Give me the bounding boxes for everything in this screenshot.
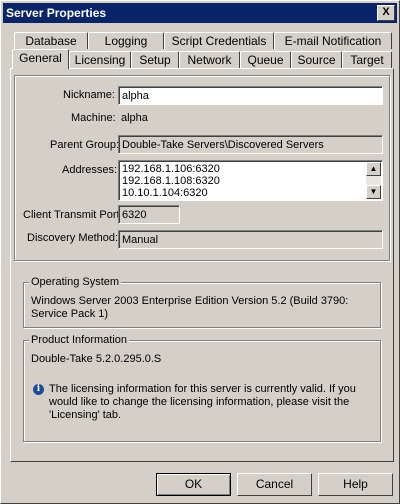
- address-item[interactable]: 192.168.1.106:6320: [119, 163, 382, 175]
- address-item[interactable]: 192.168.1.108:6320: [119, 175, 382, 187]
- product-version: Double-Take 5.2.0.295.0.S: [31, 353, 162, 365]
- operating-system-title: Operating System: [29, 276, 122, 288]
- general-tab-panel: Nickname: alpha Machine: alpha Parent Gr…: [10, 68, 394, 462]
- discovery-method-field: Manual: [118, 230, 383, 249]
- tab-queue[interactable]: Queue: [240, 51, 291, 68]
- close-button[interactable]: X: [377, 5, 395, 21]
- scroll-up-icon[interactable]: ▲: [366, 162, 381, 176]
- tab-licensing[interactable]: Licensing: [69, 51, 131, 68]
- help-button[interactable]: Help: [318, 473, 393, 496]
- discovery-method-label: Discovery Method:: [27, 232, 119, 244]
- machine-label: Machine:: [71, 112, 116, 124]
- product-information-title: Product Information: [29, 334, 129, 346]
- tab-source[interactable]: Source: [291, 51, 342, 68]
- tab-setup[interactable]: Setup: [131, 51, 179, 68]
- license-note: The licensing information for this serve…: [49, 383, 356, 421]
- tab-network[interactable]: Network: [179, 51, 240, 68]
- dialog-title: Server Properties: [6, 6, 107, 20]
- parent-group-label: Parent Group:: [50, 139, 120, 151]
- tab-logging[interactable]: Logging: [88, 32, 164, 49]
- tab-database[interactable]: Database: [14, 32, 88, 49]
- scroll-down-icon[interactable]: ▼: [366, 185, 381, 199]
- title-bar: Server Properties X: [3, 3, 397, 23]
- nickname-input[interactable]: alpha: [118, 86, 383, 105]
- tab-general[interactable]: General: [12, 49, 69, 69]
- address-item[interactable]: 10.10.1.104:6320: [119, 187, 382, 199]
- cancel-button[interactable]: Cancel: [237, 473, 312, 496]
- nickname-label: Nickname:: [63, 89, 115, 101]
- operating-system-text: Windows Server 2003 Enterprise Edition V…: [31, 295, 349, 320]
- tab-target[interactable]: Target: [342, 51, 392, 68]
- server-properties-dialog: Server Properties X Database Logging Scr…: [0, 0, 400, 504]
- addresses-label: Addresses:: [62, 164, 118, 176]
- info-icon: i: [33, 384, 44, 395]
- tab-email-notification[interactable]: E-mail Notification: [274, 32, 392, 49]
- client-port-label: Client Transmit Port:: [23, 209, 123, 221]
- client-port-field: 6320: [118, 205, 180, 224]
- addresses-scrollbar[interactable]: ▲ ▼: [366, 162, 381, 199]
- addresses-listbox[interactable]: 192.168.1.106:6320 192.168.1.108:6320 10…: [118, 160, 383, 201]
- ok-button[interactable]: OK: [156, 473, 231, 496]
- tab-script-credentials[interactable]: Script Credentials: [164, 32, 274, 49]
- parent-group-field: Double-Take Servers\Discovered Servers: [118, 135, 383, 154]
- machine-value: alpha: [118, 109, 383, 128]
